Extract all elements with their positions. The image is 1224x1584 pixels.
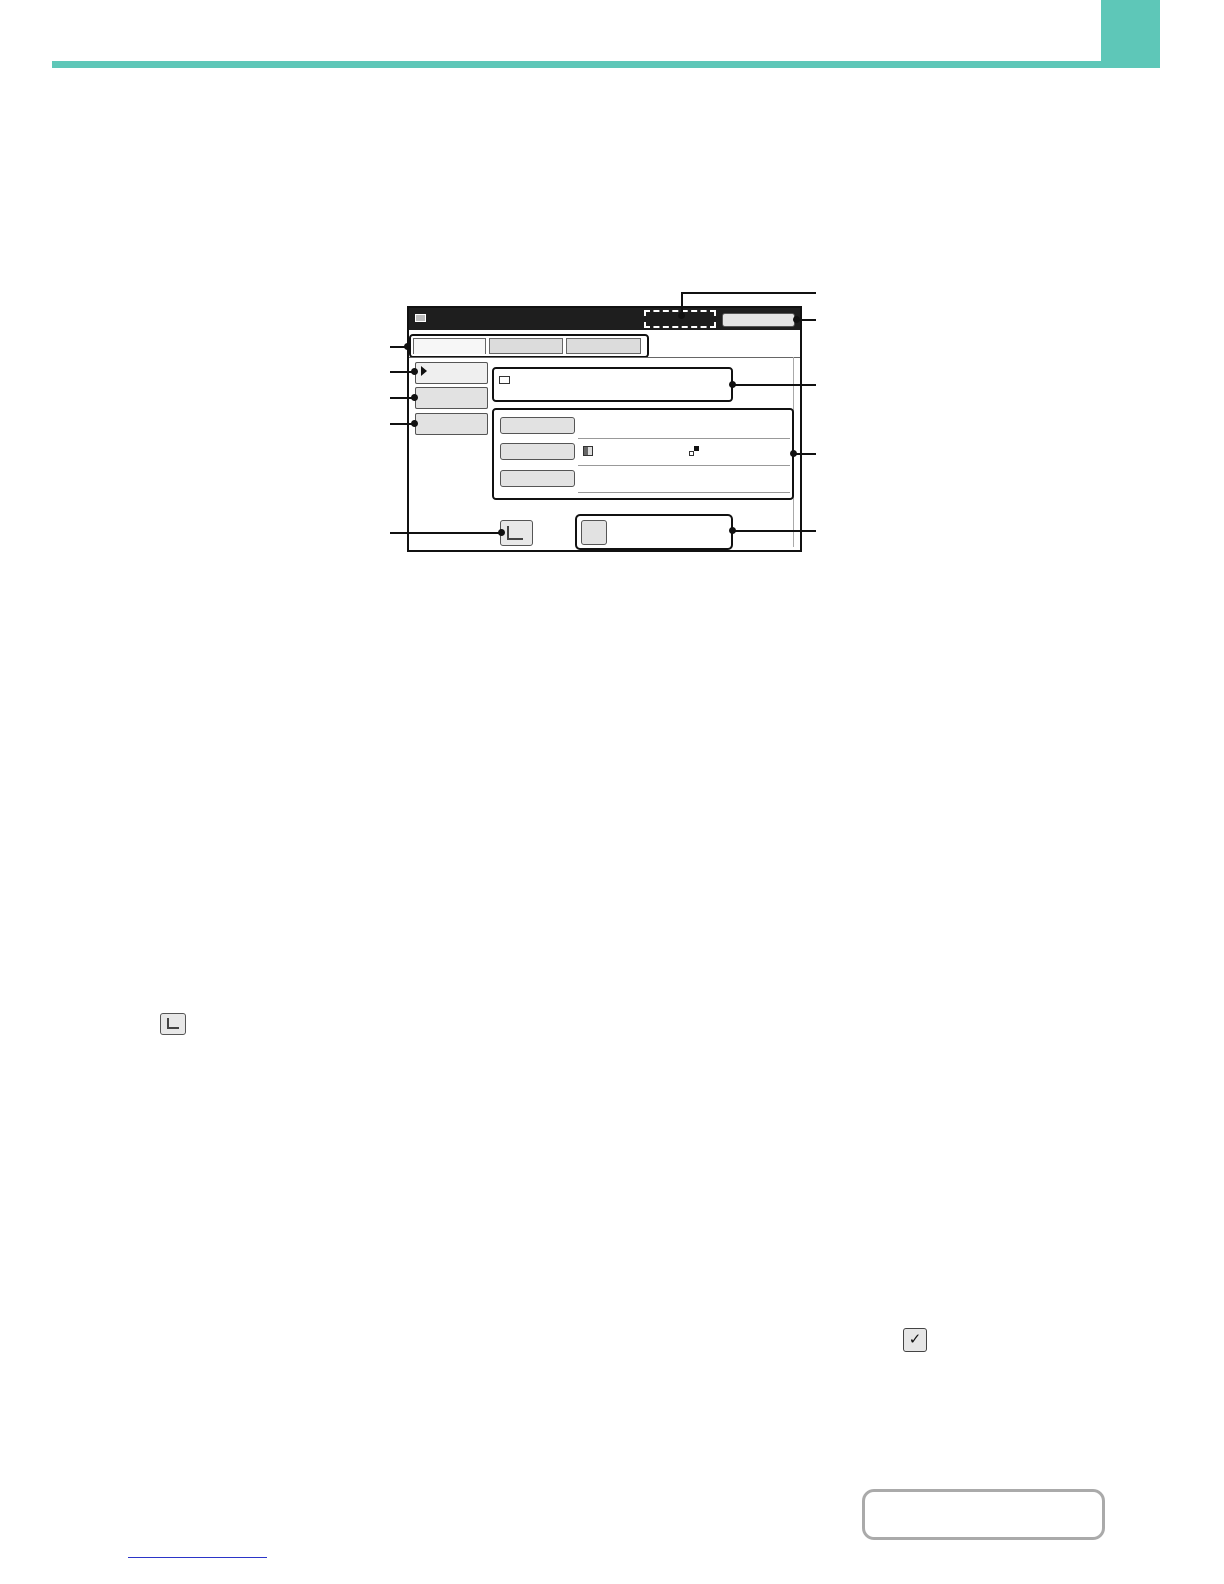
callout-dot xyxy=(729,527,736,534)
header-rule xyxy=(52,61,1160,68)
setting-row-divider xyxy=(578,465,790,466)
setting-row-divider xyxy=(578,438,790,439)
tab-1[interactable] xyxy=(413,338,486,354)
mail-edit-icon xyxy=(499,376,510,384)
setting-button-1[interactable] xyxy=(500,417,575,434)
callout-line xyxy=(390,532,502,534)
callout-dot xyxy=(793,316,800,323)
chapter-tab xyxy=(1101,0,1160,68)
setting-row-divider xyxy=(578,492,790,493)
callout-dot xyxy=(404,343,411,350)
mail-icon xyxy=(415,314,426,322)
side-button-2[interactable] xyxy=(415,387,488,409)
callout-dot xyxy=(790,450,797,457)
callout-dot xyxy=(411,420,418,427)
mode-switch-button[interactable] xyxy=(722,313,795,327)
callout-dot xyxy=(411,394,418,401)
address-display[interactable] xyxy=(492,367,733,402)
callout-dot xyxy=(498,529,505,536)
mono-mode-icon xyxy=(689,446,699,456)
checkbox-button[interactable] xyxy=(581,520,607,545)
preview-icon-glyph xyxy=(167,1018,179,1029)
tab-2[interactable] xyxy=(489,338,563,354)
preview-icon xyxy=(507,526,523,540)
callout-dot xyxy=(729,381,736,388)
callout-dot xyxy=(411,368,418,375)
selected-arrow-icon xyxy=(421,366,427,376)
checkmark-icon: ✓ xyxy=(903,1328,927,1352)
tab-3[interactable] xyxy=(566,338,641,354)
callout-line xyxy=(681,292,816,294)
callout-line xyxy=(732,530,816,532)
contents-button[interactable] xyxy=(862,1489,1105,1540)
callout-line xyxy=(732,384,816,386)
side-button-3[interactable] xyxy=(415,413,488,435)
callout-dot xyxy=(678,312,685,319)
color-mode-icon xyxy=(583,446,593,456)
footer-link[interactable] xyxy=(128,1557,267,1558)
setting-button-3[interactable] xyxy=(500,470,575,487)
setting-button-2[interactable] xyxy=(500,443,575,460)
